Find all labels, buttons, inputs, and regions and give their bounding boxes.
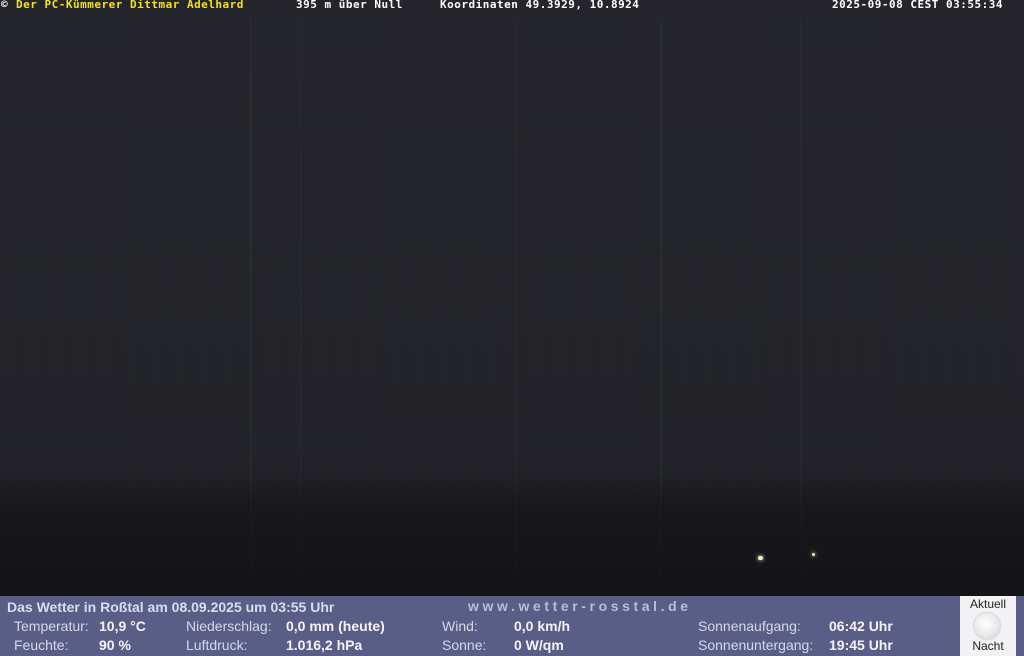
distant-light <box>758 556 763 560</box>
copyright-symbol: © <box>1 0 9 11</box>
temperature-label: Temperatur: <box>14 618 89 634</box>
humidity-label: Feuchte: <box>14 637 69 653</box>
weather-title: Das Wetter in Roßtal am 08.09.2025 um 03… <box>7 599 335 615</box>
moon-night-label: Nacht <box>972 639 1004 653</box>
wind-label: Wind: <box>442 618 478 634</box>
dark-landscape <box>0 470 1024 596</box>
sunrise-label: Sonnenaufgang: <box>698 618 801 634</box>
sun-label: Sonne: <box>442 637 487 653</box>
precipitation-label: Niederschlag: <box>186 618 272 634</box>
humidity-value: 90 % <box>99 637 131 653</box>
sunrise-value: 06:42 Uhr <box>829 618 893 634</box>
coordinates-label: Koordinaten 49.3929, 10.8924 <box>440 0 640 11</box>
website-link[interactable]: www.wetter-rosstal.de <box>468 598 692 614</box>
moon-current-label: Aktuell <box>969 597 1007 611</box>
author-label: Der PC-Kümmerer Dittmar Adelhard <box>16 0 244 11</box>
altitude-label: 395 m über Null <box>296 0 403 11</box>
sunset-label: Sonnenuntergang: <box>698 637 814 653</box>
pressure-label: Luftdruck: <box>186 637 248 653</box>
precipitation-value: 0,0 mm (heute) <box>286 618 385 634</box>
pressure-value: 1.016,2 hPa <box>286 637 363 653</box>
weather-panel: Das Wetter in Roßtal am 08.09.2025 um 03… <box>0 596 1024 656</box>
temperature-value: 10,9 °C <box>99 618 146 634</box>
webcam-info-overlay: © Der PC-Kümmerer Dittmar Adelhard 395 m… <box>0 0 1024 11</box>
timestamp-label: 2025-09-08 CEST 03:55:34 <box>832 0 1003 11</box>
moon-phase-box: Aktuell Nacht <box>960 596 1016 656</box>
sunset-value: 19:45 Uhr <box>829 637 893 653</box>
wind-value: 0,0 km/h <box>514 618 571 634</box>
webcam-image <box>0 0 1024 596</box>
sun-value: 0 W/qm <box>514 637 564 653</box>
moon-icon <box>974 613 1000 639</box>
distant-light <box>812 553 815 556</box>
